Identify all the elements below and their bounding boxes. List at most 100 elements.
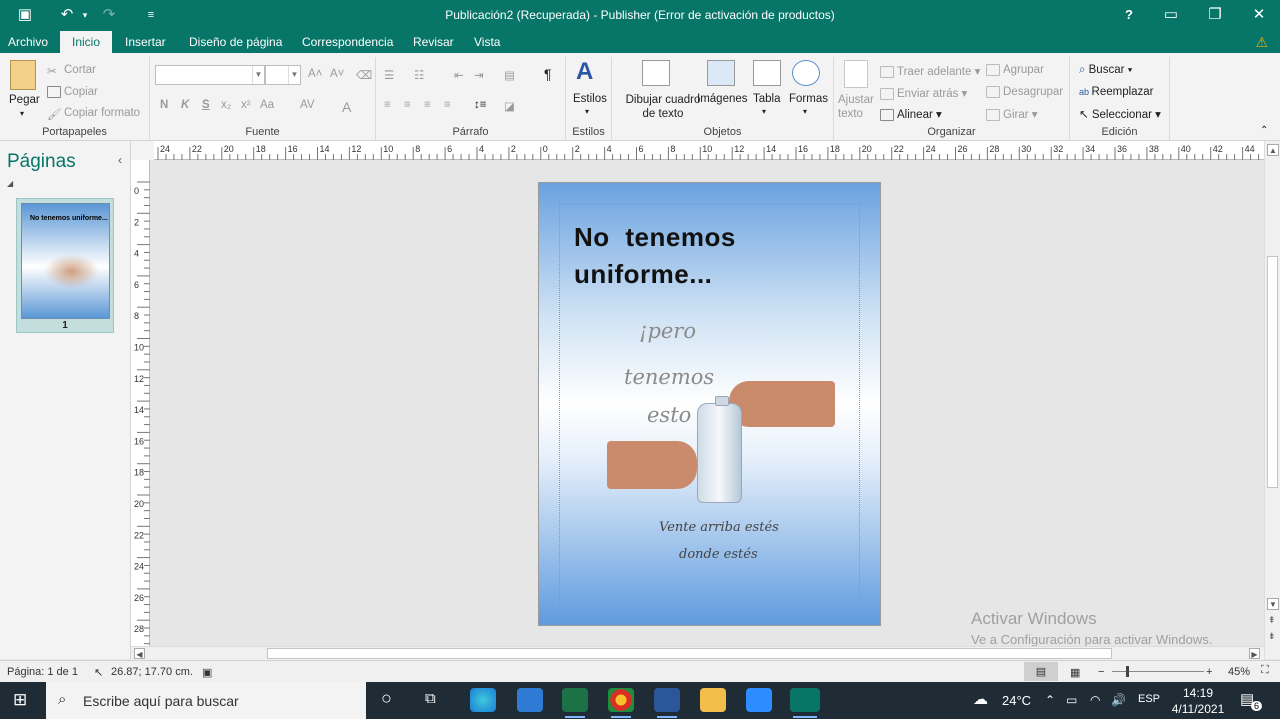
select-button[interactable]: ↖ Seleccionar ▾: [1079, 107, 1161, 121]
char-spacing-icon[interactable]: AV: [300, 99, 315, 111]
collapse-pages-icon[interactable]: ‹: [118, 153, 122, 167]
two-page-view-icon[interactable]: ▦: [1070, 666, 1080, 679]
restore-icon[interactable]: ❐: [1204, 5, 1226, 25]
collapse-ribbon-icon[interactable]: ⌃: [1260, 125, 1268, 136]
italic-button[interactable]: K: [181, 99, 189, 111]
volume-icon[interactable]: 🔊: [1111, 693, 1126, 707]
horizontal-scroll-thumb[interactable]: [267, 648, 1112, 659]
table-button[interactable]: Tabla: [753, 93, 781, 105]
vertical-scroll-thumb[interactable]: [1267, 256, 1278, 488]
paste-button[interactable]: Pegar: [9, 94, 40, 106]
paste-dropdown-icon[interactable]: ▾: [20, 109, 24, 118]
mail-icon[interactable]: [517, 688, 543, 712]
tray-expand-icon[interactable]: ⌃: [1045, 693, 1055, 707]
battery-icon[interactable]: ▭: [1066, 693, 1077, 707]
increase-indent-icon[interactable]: ⇥: [474, 68, 484, 82]
align-left-icon[interactable]: ≡: [384, 99, 391, 111]
cortana-icon[interactable]: ○: [381, 688, 392, 709]
rotate-button[interactable]: Girar ▾: [986, 107, 1038, 121]
headline[interactable]: No tenemos uniforme...: [574, 219, 736, 293]
line-spacing-icon[interactable]: ↕≡: [474, 99, 486, 111]
ungroup-button[interactable]: Desagrupar: [986, 86, 1063, 98]
tagline-line-2[interactable]: donde estés: [679, 547, 758, 562]
tab-revisar[interactable]: Revisar: [405, 31, 462, 53]
language-indicator[interactable]: ESP: [1138, 693, 1160, 705]
wifi-icon[interactable]: ◠: [1090, 693, 1100, 707]
shapes-dropdown-icon[interactable]: ▾: [803, 107, 807, 116]
chrome-icon[interactable]: [608, 688, 634, 718]
bullets-icon[interactable]: ☰: [384, 68, 394, 82]
file-explorer-icon[interactable]: [700, 688, 726, 712]
tab-correspondencia[interactable]: Correspondencia: [294, 31, 401, 53]
bring-forward-button[interactable]: Traer adelante ▾: [880, 64, 980, 78]
scroll-right-icon[interactable]: ▶: [1249, 648, 1260, 659]
vertical-scrollbar[interactable]: ▲ ▼ ⇞ ⇟: [1264, 141, 1280, 659]
edge-icon[interactable]: [470, 688, 496, 712]
weather-temp[interactable]: 24°C: [1002, 693, 1031, 708]
tab-archivo[interactable]: Archivo: [0, 31, 56, 53]
tab-vista[interactable]: Vista: [466, 31, 508, 53]
styles-button[interactable]: Estilos: [573, 93, 607, 105]
text-pero[interactable]: ¡pero: [639, 319, 696, 343]
fit-page-icon[interactable]: ⛶: [1261, 664, 1269, 677]
scroll-up-icon[interactable]: ▲: [1267, 144, 1279, 156]
vertical-ruler[interactable]: 0 2 4 6 8 10 12 14 16 18 20 22 24 26 28: [131, 160, 150, 646]
page-indicator[interactable]: Página: 1 de 1: [7, 666, 78, 678]
align-right-icon[interactable]: ≡: [424, 99, 431, 111]
windows-start-icon[interactable]: ⊞: [13, 690, 27, 710]
publisher-icon[interactable]: [790, 688, 820, 718]
clear-format-icon[interactable]: ⌫: [356, 68, 372, 82]
justify-icon[interactable]: ≡: [444, 99, 451, 111]
word-icon[interactable]: [654, 688, 680, 718]
images-button[interactable]: Imágenes: [697, 93, 748, 105]
warning-icon[interactable]: ⚠: [1255, 34, 1268, 51]
taskbar-search[interactable]: ⌕ Escribe aquí para buscar: [46, 682, 366, 719]
horizontal-ruler[interactable]: 24 22 20 18 16 14 12 10 8 6 4 2 0 2 4 6 8 10 12 14 16 18 20 22 2…: [154, 141, 1268, 160]
find-button[interactable]: ⌕ Buscar ▾: [1079, 64, 1132, 77]
align-center-icon[interactable]: ≡: [404, 99, 411, 111]
zoom-app-icon[interactable]: [746, 688, 772, 712]
text-tenemos[interactable]: tenemos: [624, 365, 714, 389]
section-expander-icon[interactable]: ◢: [7, 179, 13, 188]
zoom-out-icon[interactable]: −: [1098, 666, 1104, 678]
font-color-icon[interactable]: A: [342, 99, 351, 115]
replace-button[interactable]: ab Reemplazar: [1079, 86, 1154, 98]
copy-button[interactable]: Copiar: [47, 86, 98, 98]
align-button[interactable]: Alinear ▾: [880, 107, 942, 121]
clock[interactable]: 14:19 4/11/2021: [1168, 685, 1228, 717]
table-dropdown-icon[interactable]: ▾: [762, 107, 766, 116]
zoom-in-icon[interactable]: +: [1206, 666, 1212, 678]
publication-page[interactable]: No tenemos uniforme... ¡pero tenemos est…: [538, 182, 881, 626]
shading-icon[interactable]: ◪: [504, 99, 515, 113]
shapes-button[interactable]: Formas: [789, 93, 828, 105]
font-name-combo[interactable]: ▼: [155, 65, 265, 85]
weather-icon[interactable]: ☁: [973, 690, 988, 708]
zoom-slider-thumb[interactable]: [1126, 666, 1129, 677]
single-page-view-icon[interactable]: ▤: [1024, 662, 1058, 681]
send-backward-button[interactable]: Enviar atrás ▾: [880, 86, 967, 100]
numbering-icon[interactable]: ☷: [414, 68, 424, 82]
scroll-down-icon[interactable]: ▼: [1267, 598, 1279, 610]
subscript-button[interactable]: x₂: [221, 99, 231, 111]
zoom-level[interactable]: 45%: [1228, 666, 1250, 678]
grow-font-icon[interactable]: A˄: [308, 68, 322, 80]
task-view-icon[interactable]: ⧉: [425, 690, 436, 707]
format-painter-button[interactable]: 🖌 Copiar formato: [47, 107, 140, 121]
group-button[interactable]: Agrupar: [986, 64, 1044, 76]
underline-button[interactable]: S: [202, 99, 210, 111]
horizontal-scrollbar[interactable]: ◀ ▶: [131, 646, 1264, 660]
prev-page-icon[interactable]: ⇞: [1268, 615, 1276, 626]
close-icon[interactable]: ✕: [1248, 5, 1270, 25]
scroll-left-icon[interactable]: ◀: [134, 648, 145, 659]
help-button[interactable]: ?: [1118, 5, 1140, 25]
shrink-font-icon[interactable]: A˅: [330, 68, 344, 80]
pilcrow-button[interactable]: ¶: [544, 66, 552, 82]
cut-button[interactable]: ✂ Cortar: [47, 64, 96, 78]
text-esto[interactable]: esto: [647, 403, 691, 427]
superscript-button[interactable]: x²: [241, 99, 251, 111]
tab-insertar[interactable]: Insertar: [117, 31, 174, 53]
ribbon-options-icon[interactable]: ▭: [1160, 5, 1182, 25]
decrease-indent-icon[interactable]: ⇤: [454, 68, 464, 82]
next-page-icon[interactable]: ⇟: [1268, 631, 1276, 642]
excel-icon[interactable]: [562, 688, 588, 718]
